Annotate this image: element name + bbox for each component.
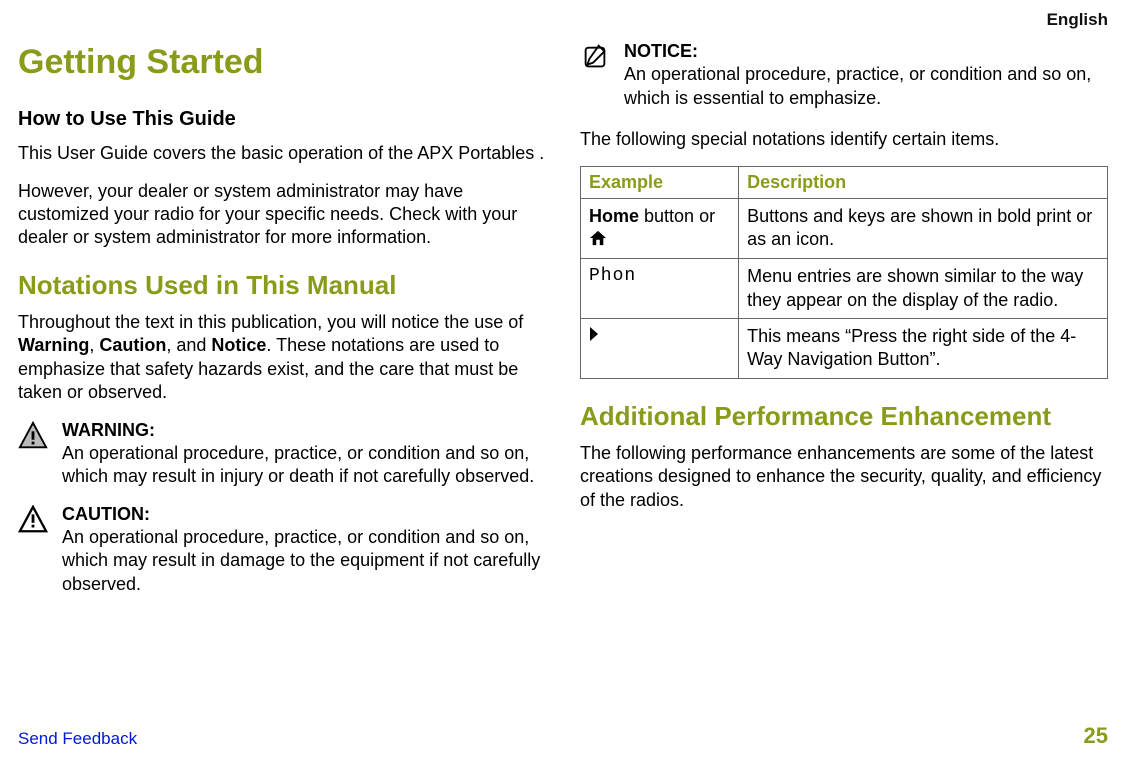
th-description: Description bbox=[739, 166, 1108, 198]
th-example: Example bbox=[581, 166, 739, 198]
page-footer: Send Feedback 25 bbox=[18, 723, 1108, 749]
document-page: English Getting Started How to Use This … bbox=[0, 0, 1126, 761]
left-column: Getting Started How to Use This Guide Th… bbox=[18, 34, 546, 704]
notice-block: NOTICE: An operational procedure, practi… bbox=[580, 40, 1108, 110]
warning-block: WARNING: An operational procedure, pract… bbox=[18, 419, 546, 489]
heading-additional-performance: Additional Performance Enhancement bbox=[580, 401, 1108, 432]
cell-example-home: Home button or bbox=[581, 198, 739, 258]
paragraph: The following performance enhancements a… bbox=[580, 442, 1108, 512]
warning-text: An operational procedure, practice, or c… bbox=[62, 443, 534, 486]
page-number: 25 bbox=[1084, 723, 1108, 749]
warning-label: WARNING: bbox=[62, 420, 155, 440]
text: Throughout the text in this publication,… bbox=[18, 312, 523, 332]
notice-text-block: NOTICE: An operational procedure, practi… bbox=[624, 40, 1108, 110]
two-column-layout: Getting Started How to Use This Guide Th… bbox=[18, 34, 1108, 704]
notice-label: NOTICE: bbox=[624, 41, 698, 61]
heading-how-to-use: How to Use This Guide bbox=[18, 106, 546, 132]
cell-desc-home: Buttons and keys are shown in bold print… bbox=[739, 198, 1108, 258]
table-header-row: Example Description bbox=[581, 166, 1108, 198]
bold-warning-word: Warning bbox=[18, 335, 89, 355]
heading-getting-started: Getting Started bbox=[18, 40, 546, 84]
paragraph: The following special notations identify… bbox=[580, 128, 1108, 151]
table-row: Home button or Buttons and keys are show… bbox=[581, 198, 1108, 258]
cell-example-arrow bbox=[581, 319, 739, 379]
caution-text-block: CAUTION: An operational procedure, pract… bbox=[62, 503, 546, 597]
home-icon bbox=[589, 229, 607, 252]
cell-example-phon: Phon bbox=[581, 259, 739, 319]
caution-label: CAUTION: bbox=[62, 504, 150, 524]
bold-home-word: Home bbox=[589, 206, 639, 226]
caution-block: CAUTION: An operational procedure, pract… bbox=[18, 503, 546, 597]
caution-text: An operational procedure, practice, or c… bbox=[62, 527, 540, 594]
notice-icon bbox=[580, 40, 614, 110]
text: , bbox=[89, 335, 99, 355]
paragraph: This User Guide covers the basic operati… bbox=[18, 142, 546, 165]
cell-desc-arrow: This means “Press the right side of the … bbox=[739, 319, 1108, 379]
text: , and bbox=[166, 335, 211, 355]
paragraph: Throughout the text in this publication,… bbox=[18, 311, 546, 405]
warning-text-block: WARNING: An operational procedure, pract… bbox=[62, 419, 546, 489]
right-column: NOTICE: An operational procedure, practi… bbox=[580, 34, 1108, 704]
bold-caution-word: Caution bbox=[99, 335, 166, 355]
heading-notations-used: Notations Used in This Manual bbox=[18, 270, 546, 301]
paragraph: However, your dealer or system administr… bbox=[18, 180, 546, 250]
warning-icon bbox=[18, 419, 52, 489]
bold-notice-word: Notice bbox=[211, 335, 266, 355]
notations-table: Example Description Home button or Butto… bbox=[580, 166, 1108, 379]
right-arrow-icon bbox=[589, 326, 599, 346]
text: button or bbox=[639, 206, 715, 226]
table-row: This means “Press the right side of the … bbox=[581, 319, 1108, 379]
notice-text: An operational procedure, practice, or c… bbox=[624, 64, 1091, 107]
cell-desc-phon: Menu entries are shown similar to the wa… bbox=[739, 259, 1108, 319]
caution-icon bbox=[18, 503, 52, 597]
table-row: Phon Menu entries are shown similar to t… bbox=[581, 259, 1108, 319]
language-label: English bbox=[18, 10, 1108, 30]
send-feedback-link[interactable]: Send Feedback bbox=[18, 729, 137, 749]
